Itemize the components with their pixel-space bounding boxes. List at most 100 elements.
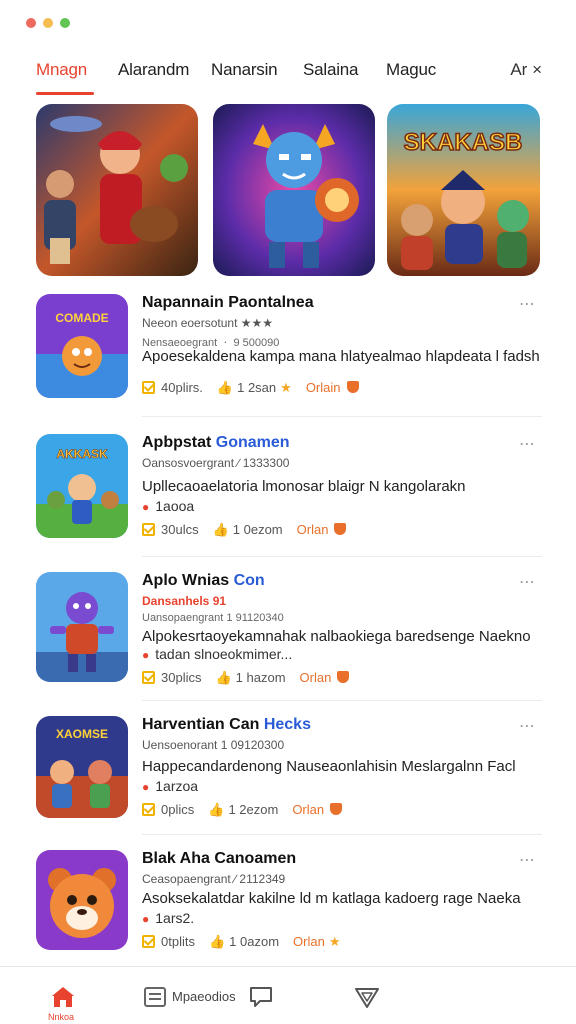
origin-link[interactable]: Orlan bbox=[300, 670, 332, 685]
shield-icon bbox=[346, 381, 359, 393]
checkbox-icon[interactable] bbox=[142, 523, 155, 536]
tab-salaina[interactable]: Salaina bbox=[303, 60, 359, 80]
banner-title-text: SKAKASB bbox=[404, 129, 523, 156]
origin-link[interactable]: Orlain bbox=[306, 380, 341, 395]
more-options-icon[interactable]: ⋯ bbox=[519, 294, 536, 314]
game-icon-purple-hero bbox=[36, 572, 128, 682]
featured-banner-warrior[interactable] bbox=[36, 104, 198, 276]
item-subtitle: Uensoenorant 1 09120300 bbox=[142, 738, 285, 752]
thumbs-up-icon[interactable]: 👍 bbox=[217, 380, 233, 395]
item-tag: Dansanhels 91 bbox=[142, 594, 227, 608]
divider bbox=[142, 416, 542, 417]
item-description-line2: ● 1aooa bbox=[142, 498, 195, 514]
fire-icon: ● bbox=[142, 912, 150, 926]
fire-icon: ● bbox=[142, 780, 150, 794]
game-thumbnail[interactable] bbox=[36, 850, 128, 950]
maximize-window-button[interactable] bbox=[60, 18, 70, 28]
window-titlebar bbox=[0, 0, 576, 44]
divider bbox=[142, 556, 542, 557]
minimize-window-button[interactable] bbox=[43, 18, 53, 28]
featured-banner-team[interactable]: SKAKASB bbox=[387, 104, 540, 276]
tab-maguc[interactable]: Maguc bbox=[386, 60, 436, 80]
origin-link[interactable]: Orlan bbox=[293, 934, 325, 949]
item-description-line2: ● tadan slnoeokmimer... bbox=[142, 646, 293, 662]
more-options-icon[interactable]: ⋯ bbox=[519, 572, 536, 592]
game-thumbnail[interactable]: COMADE bbox=[36, 294, 128, 398]
item-description-line2: ● 1arzoa bbox=[142, 778, 199, 794]
item-subtitle: Oansosvoergrant ∕ 1333300 bbox=[142, 456, 290, 470]
fire-icon: ● bbox=[142, 648, 150, 662]
item-subtitle: Neeon eoersotunt ★★★ bbox=[142, 316, 274, 330]
list-item[interactable]: Aplo Wnias Con Dansanhels 91 Uansopaengr… bbox=[36, 572, 542, 686]
game-thumbnail[interactable]: XAOMSE bbox=[36, 716, 128, 818]
shield-icon bbox=[330, 803, 343, 815]
tab-more-close[interactable]: Ar × bbox=[510, 60, 542, 80]
tab-alarandm[interactable]: Alarandm bbox=[118, 60, 189, 80]
item-description: Happecandardenong Nauseaonlahisin Meslar… bbox=[142, 758, 516, 775]
item-title[interactable]: Blak Aha Canoamen bbox=[142, 850, 296, 868]
divider bbox=[142, 834, 542, 835]
item-subtitle: Ceasopaengrant ∕ 2112349 bbox=[142, 872, 286, 886]
item-description: Asoksekalatdar kakilne ld m katlaga kado… bbox=[142, 890, 521, 907]
origin-link[interactable]: Orlan bbox=[297, 522, 329, 537]
game-icon-monster: COMADE bbox=[36, 294, 128, 398]
checkbox-icon[interactable] bbox=[142, 381, 155, 394]
item-description-line2: ● 1ars2. bbox=[142, 910, 195, 926]
fire-icon: ● bbox=[142, 500, 150, 514]
warrior-hero-art bbox=[36, 104, 198, 276]
item-title[interactable]: Napannain Paontalnea bbox=[142, 294, 314, 312]
item-description: Upllecaoaelatoria lmonosar blaigr N kang… bbox=[142, 478, 466, 495]
news-icon[interactable] bbox=[144, 987, 166, 1007]
divider bbox=[142, 700, 542, 701]
thumbs-up-icon[interactable]: 👍 bbox=[213, 522, 229, 537]
item-stats: 30ulcs 👍 1 0ezom Orlan bbox=[142, 522, 347, 538]
list-item[interactable]: AKKASK Apbpstat Gonamen Oansosvoergrant … bbox=[36, 434, 542, 544]
item-title[interactable]: Aplo Wnias Con bbox=[142, 572, 265, 590]
item-stats: 0tplits 👍 1 0azom Orlan ★ bbox=[142, 934, 340, 950]
list-item[interactable]: COMADE Napannain Paontalnea Neeon eoerso… bbox=[36, 294, 542, 404]
blue-robot-hero-art bbox=[213, 104, 375, 276]
thumbs-up-icon[interactable]: 👍 bbox=[208, 802, 224, 817]
origin-link[interactable]: Orlan bbox=[292, 802, 324, 817]
home-icon[interactable] bbox=[50, 985, 76, 1009]
game-icon-bear bbox=[36, 850, 128, 950]
game-icon-heroes-squad: XAOMSE bbox=[36, 716, 128, 818]
nav-news-label[interactable]: Mpaeodios bbox=[172, 989, 236, 1004]
item-title[interactable]: Harventian Can Hecks bbox=[142, 716, 311, 734]
item-title[interactable]: Apbpstat Gonamen bbox=[142, 434, 290, 452]
star-icon: ★ bbox=[280, 380, 292, 395]
item-stats: 30plics 👍 1 hazom Orlan bbox=[142, 670, 350, 686]
team-heroes-art: SKAKASB bbox=[387, 104, 540, 276]
item-stats: 40plirs. 👍 1 2san ★ Orlain bbox=[142, 380, 359, 396]
thumbs-up-icon[interactable]: 👍 bbox=[215, 670, 231, 685]
more-options-icon[interactable]: ⋯ bbox=[519, 716, 536, 736]
item-meta: Uansopaengrant 1 91120340 bbox=[142, 612, 284, 624]
game-icon-adventure: AKKASK bbox=[36, 434, 128, 538]
list-item[interactable]: Blak Aha Canoamen Ceasopaengrant ∕ 21123… bbox=[36, 850, 542, 954]
game-thumbnail[interactable] bbox=[36, 572, 128, 682]
shield-icon bbox=[337, 671, 350, 683]
thumbs-up-icon[interactable]: 👍 bbox=[209, 934, 225, 949]
heart-shield-icon[interactable] bbox=[354, 985, 380, 1009]
more-options-icon[interactable]: ⋯ bbox=[519, 434, 536, 454]
list-item[interactable]: XAOMSE Harventian Can Hecks Uensoenorant… bbox=[36, 716, 542, 820]
item-stats: 0plics 👍 1 2ezom Orlan bbox=[142, 802, 343, 818]
tab-mnagn[interactable]: Mnagn bbox=[36, 60, 87, 80]
close-window-button[interactable] bbox=[26, 18, 36, 28]
more-options-icon[interactable]: ⋯ bbox=[519, 850, 536, 870]
game-thumbnail[interactable]: AKKASK bbox=[36, 434, 128, 538]
checkbox-icon[interactable] bbox=[142, 671, 155, 684]
item-description: Alpokesrtaoyekamnahak nalbaokiega bareds… bbox=[142, 628, 531, 645]
svg-text:COMADE: COMADE bbox=[55, 311, 108, 325]
chat-icon[interactable] bbox=[248, 985, 274, 1009]
star-icon: ★ bbox=[328, 934, 341, 949]
svg-text:AKKASK: AKKASK bbox=[56, 447, 108, 461]
active-tab-indicator bbox=[36, 92, 94, 95]
checkbox-icon[interactable] bbox=[142, 803, 155, 816]
svg-text:XAOMSE: XAOMSE bbox=[56, 727, 108, 741]
tab-nanarsin[interactable]: Nanarsin bbox=[211, 60, 278, 80]
nav-home-label[interactable]: Nnkoa bbox=[48, 1012, 74, 1022]
shield-icon bbox=[334, 523, 347, 535]
featured-banner-robot[interactable] bbox=[213, 104, 375, 276]
checkbox-icon[interactable] bbox=[142, 935, 155, 948]
